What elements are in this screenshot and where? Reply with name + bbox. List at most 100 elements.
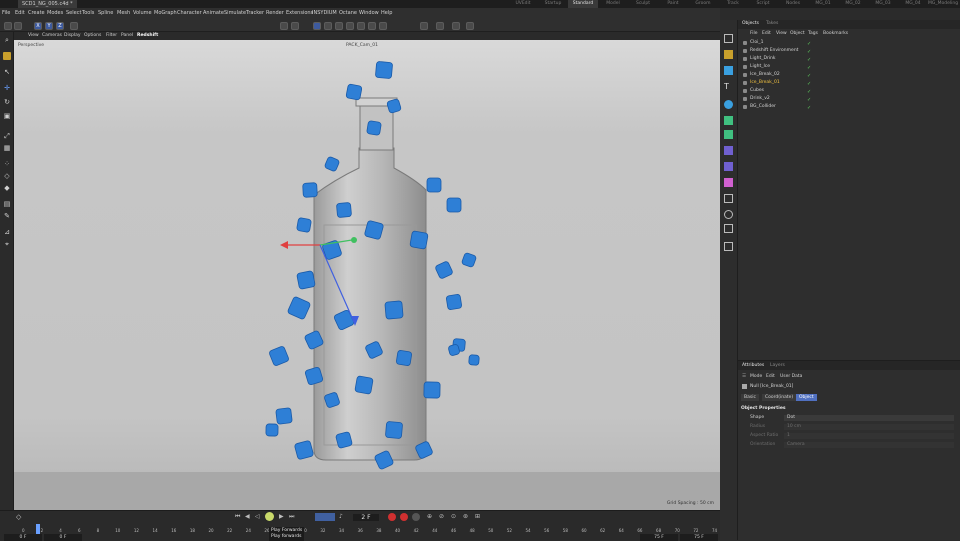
scale-tool-icon[interactable]: ▣ xyxy=(3,112,11,120)
keyframe-diamond-icon[interactable]: ◇ xyxy=(16,513,24,521)
scene-icon[interactable] xyxy=(379,22,387,30)
record-icon[interactable] xyxy=(388,513,396,521)
viewport-menu-display[interactable]: Display xyxy=(64,33,81,38)
pla-key-icon[interactable]: ⊞ xyxy=(475,513,480,520)
viewport-menu-filter[interactable]: Filter xyxy=(106,33,117,38)
subdivision-icon[interactable] xyxy=(335,22,343,30)
render-settings-icon[interactable] xyxy=(291,22,299,30)
cube-icon[interactable] xyxy=(724,66,733,75)
check-icon[interactable]: ✓ xyxy=(807,104,811,112)
layout-tab-paint[interactable]: Paint xyxy=(658,0,688,8)
viewport[interactable]: Perspective PACK_Cam_01 Grid Spacing : 5… xyxy=(14,40,720,510)
menu-animate[interactable]: Animate xyxy=(203,10,224,16)
document-tab[interactable]: SCD1_NG_005.c4d * xyxy=(18,0,77,8)
attr-menu-edit[interactable]: Edit xyxy=(766,374,775,379)
layout-tab-nodes[interactable]: Nodes xyxy=(778,0,808,8)
field-icon[interactable] xyxy=(368,22,376,30)
menu-volume[interactable]: Volume xyxy=(133,10,152,16)
pen-tool-icon[interactable] xyxy=(724,50,733,59)
autokey-icon[interactable] xyxy=(400,513,408,521)
mograph-icon[interactable] xyxy=(724,116,733,125)
redo-icon[interactable] xyxy=(14,22,22,30)
cube-primitive-icon[interactable] xyxy=(313,22,321,30)
param-key-icon[interactable]: ⊛ xyxy=(463,513,468,520)
menu-tools[interactable]: Tools xyxy=(82,10,94,16)
layout-tab-model[interactable]: Model xyxy=(598,0,628,8)
viewport-menu-panel[interactable]: Panel xyxy=(121,33,133,38)
object-row[interactable]: Ice_Break_01 ✓ xyxy=(738,79,960,87)
menu-file[interactable]: File xyxy=(2,10,10,16)
menu-extensions[interactable]: Extensions xyxy=(286,10,313,16)
objects-menu-file[interactable]: File xyxy=(750,31,758,36)
environment-icon[interactable] xyxy=(724,194,733,203)
menu-tracker[interactable]: Tracker xyxy=(246,10,264,16)
snap-icon[interactable]: ⌖ xyxy=(3,240,11,248)
rotation-key-icon[interactable]: ⊘ xyxy=(439,513,444,520)
property-value[interactable]: 1 xyxy=(784,433,954,439)
scale-key-icon[interactable]: ⊙ xyxy=(451,513,456,520)
subtab-coordinate[interactable]: Coord(inate) xyxy=(762,394,797,401)
menu-mesh[interactable]: Mesh xyxy=(117,10,130,16)
subtab-basic[interactable]: Basic xyxy=(741,394,759,401)
objects-menu-view[interactable]: View xyxy=(776,31,787,36)
objects-menu-tags[interactable]: Tags xyxy=(808,31,818,36)
polygons-mode-icon[interactable]: ◆ xyxy=(3,184,11,192)
text-tool-icon[interactable]: T xyxy=(724,82,733,91)
menu-render[interactable]: Render xyxy=(266,10,284,16)
rotate-tool-icon[interactable]: ↻ xyxy=(3,98,11,106)
position-key-icon[interactable]: ⊕ xyxy=(427,513,432,520)
viewport-menu-cameras[interactable]: Cameras xyxy=(42,33,62,38)
render-view-icon[interactable] xyxy=(280,22,288,30)
layout-tab-track[interactable]: Track xyxy=(718,0,748,8)
points-mode-icon[interactable]: ⁘ xyxy=(3,160,11,168)
playhead[interactable] xyxy=(36,524,40,534)
layer-icon[interactable] xyxy=(724,242,733,251)
menu-insydium[interactable]: INSYDIUM xyxy=(312,10,337,16)
menu-modes[interactable]: Modes xyxy=(47,10,63,16)
cloner-tool-icon[interactable] xyxy=(724,130,733,139)
tab-layers[interactable]: Layers xyxy=(770,363,785,368)
object-row[interactable]: Cubes ✓ xyxy=(738,87,960,95)
menu-select[interactable]: Select xyxy=(66,10,81,16)
object-row[interactable]: Light_Drink ✓ xyxy=(738,55,960,63)
property-value[interactable]: Camera xyxy=(784,442,954,448)
camera-icon[interactable] xyxy=(420,22,428,30)
axis-z-button[interactable]: Z xyxy=(56,22,64,30)
layout-tab-uvedit[interactable]: UVEdit xyxy=(508,0,538,8)
hamburger-icon[interactable]: ☰ xyxy=(742,374,746,379)
camera-tool-icon[interactable] xyxy=(724,210,733,219)
undo-icon[interactable] xyxy=(4,22,12,30)
light-icon[interactable] xyxy=(436,22,444,30)
axis-y-button[interactable]: Y xyxy=(45,22,53,30)
object-row[interactable]: Light_Ice ✓ xyxy=(738,63,960,71)
light-tool-icon[interactable] xyxy=(724,224,733,233)
menu-octane[interactable]: Octane xyxy=(339,10,357,16)
layout-tab-mg-03[interactable]: MG_03 xyxy=(868,0,898,8)
brush-icon[interactable]: ⊿ xyxy=(3,228,11,236)
layout-tab-mg-04[interactable]: MG_04 xyxy=(898,0,928,8)
keyframe-selection-icon[interactable] xyxy=(412,513,420,521)
objects-menu-edit[interactable]: Edit xyxy=(762,31,771,36)
tab-takes[interactable]: Takes xyxy=(766,21,778,26)
menu-spline[interactable]: Spline xyxy=(98,10,113,16)
object-row[interactable]: Ice_Break_02 ✓ xyxy=(738,71,960,79)
select-arrow-icon[interactable]: ↖ xyxy=(3,68,11,76)
menu-help[interactable]: Help xyxy=(381,10,392,16)
attr-menu-mode[interactable]: Mode xyxy=(750,374,762,379)
go-to-end-icon[interactable]: ⏭ xyxy=(289,513,294,521)
next-frame-icon[interactable]: ▶ xyxy=(279,513,284,520)
uv-mode-icon[interactable]: ▤ xyxy=(3,200,11,208)
object-row[interactable]: Drink_v2 ✓ xyxy=(738,95,960,103)
current-frame-field[interactable]: 2 F xyxy=(353,514,379,521)
layout-tab-script[interactable]: Script xyxy=(748,0,778,8)
property-value[interactable]: Dot xyxy=(784,415,954,421)
live-selection-icon[interactable] xyxy=(3,52,11,60)
menu-character[interactable]: Character xyxy=(177,10,202,16)
layout-tab-mg-modeling[interactable]: MG_Modeling xyxy=(928,0,958,8)
object-row[interactable]: Cloi_1 ✓ xyxy=(738,39,960,47)
play-backwards-icon[interactable]: ◁ xyxy=(255,513,260,520)
material-icon[interactable] xyxy=(466,22,474,30)
transform-icon[interactable]: ⤢ xyxy=(3,132,11,140)
go-to-start-icon[interactable]: ⏮ xyxy=(235,513,240,521)
axis-x-button[interactable]: X xyxy=(34,22,42,30)
